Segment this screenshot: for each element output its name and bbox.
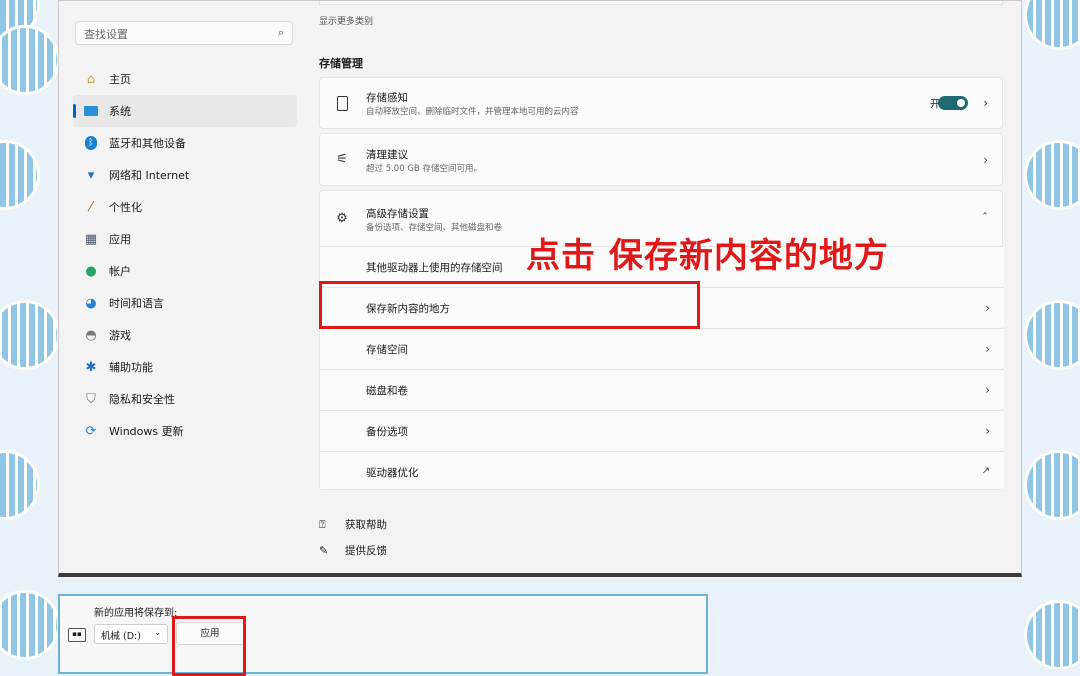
search-input[interactable]: 查找设置 ⌕ [75, 21, 293, 45]
sidebar-item-windows-update[interactable]: ⟳ Windows 更新 [73, 415, 297, 447]
chevron-right-icon: › [983, 96, 988, 110]
chevron-down-icon: ⌄ [154, 628, 161, 637]
sidebar-item-accessibility[interactable]: ✱ 辅助功能 [73, 351, 297, 383]
sidebar-item-label: 帐户 [109, 265, 131, 278]
cleanup-title: 清理建议 [366, 149, 408, 161]
apps-icon: ▦ [84, 231, 98, 247]
sidebar-item-network[interactable]: ▾ 网络和 Internet [73, 159, 297, 191]
section-title: 存储管理 [319, 57, 363, 70]
cleanup-card[interactable]: ⚟ 清理建议 超过 5.00 GB 存储空间可用。 › [319, 133, 1003, 186]
feedback-label: 提供反馈 [345, 545, 387, 557]
save-locations-panel: 新的应用将保存到: ▪▪ 机械 (D:) ⌄ 应用 [58, 594, 708, 674]
feedback-icon: ✎ [319, 544, 329, 557]
feedback-link[interactable]: ✎ 提供反馈 [319, 543, 387, 558]
storage-icon [334, 95, 350, 111]
help-icon: ⍰ [319, 517, 326, 531]
sub-item-label: 备份选项 [366, 426, 408, 438]
sidebar-item-system[interactable]: 系统 [73, 95, 297, 127]
sidebar-item-label: 游戏 [109, 329, 131, 342]
search-icon: ⌕ [277, 26, 284, 39]
sidebar-item-accounts[interactable]: ● 帐户 [73, 255, 297, 287]
get-help-label: 获取帮助 [345, 519, 387, 531]
sidebar-item-label: 应用 [109, 233, 131, 246]
sub-item-backup[interactable]: 备份选项 › [320, 410, 1004, 450]
chevron-right-icon: › [985, 341, 990, 356]
advanced-storage-title: 高级存储设置 [366, 208, 429, 220]
chevron-up-icon: ˆ [982, 211, 988, 225]
highlight-box-save-locations [319, 281, 700, 329]
sidebar-item-privacy[interactable]: ⛉ 隐私和安全性 [73, 383, 297, 415]
sidebar-item-personalization[interactable]: ⁄ 个性化 [73, 191, 297, 223]
sidebar-item-label: Windows 更新 [109, 425, 184, 438]
storage-sense-title: 存储感知 [366, 92, 408, 104]
sidebar-item-gaming[interactable]: ◓ 游戏 [73, 319, 297, 351]
gamepad-icon: ◓ [85, 327, 97, 343]
chevron-right-icon: › [985, 423, 990, 438]
sub-item-label: 其他驱动器上使用的存储空间 [366, 262, 503, 274]
sidebar-item-label: 辅助功能 [109, 361, 153, 374]
chevron-right-icon: › [983, 152, 988, 167]
sidebar-item-label: 隐私和安全性 [109, 393, 175, 406]
storage-sense-subtitle: 自动释放空间、删除临时文件，并管理本地可用的云内容 [366, 107, 579, 117]
drive-icon: ▪▪ [68, 628, 86, 642]
sub-item-drive-optimization[interactable]: 驱动器优化 ↗ [320, 451, 1004, 489]
gear-icon: ⚙ [336, 210, 348, 226]
home-icon: ⌂ [86, 71, 96, 87]
storage-sense-toggle[interactable] [938, 96, 968, 110]
sidebar-item-home[interactable]: ⌂ 主页 [73, 63, 297, 95]
chevron-right-icon: › [985, 300, 990, 315]
sub-item-label: 驱动器优化 [366, 467, 419, 479]
external-link-icon: ↗ [981, 465, 990, 476]
sidebar-item-label: 个性化 [109, 201, 142, 214]
get-help-link[interactable]: ⍰ 获取帮助 [319, 517, 387, 532]
accessibility-icon: ✱ [85, 359, 97, 375]
sync-icon: ⟳ [85, 423, 97, 439]
broom-icon: ⚟ [336, 152, 348, 167]
sidebar-nav: ⌂ 主页 系统 ᛒ 蓝牙和其他设备 ▾ 网络和 Internet ⁄ 个性化 ▦… [73, 63, 297, 447]
show-more-link[interactable]: 显示更多类别 [319, 14, 373, 27]
bluetooth-icon: ᛒ [83, 135, 99, 151]
sidebar-item-time-language[interactable]: ◕ 时间和语言 [73, 287, 297, 319]
new-apps-caption: 新的应用将保存到: [94, 608, 178, 619]
storage-sense-card[interactable]: 存储感知 自动释放空间、删除临时文件，并管理本地可用的云内容 开 › [319, 77, 1003, 129]
chevron-right-icon: › [985, 382, 990, 397]
previous-card-edge [319, 1, 1003, 5]
advanced-storage-subtitle: 备份选项、存储空间、其他磁盘和卷 [366, 223, 503, 233]
instruction-annotation: 点击 保存新内容的地方 [526, 236, 889, 276]
person-icon: ● [85, 263, 97, 279]
sub-item-label: 磁盘和卷 [366, 385, 408, 397]
drive-select-value: 机械 (D:) [101, 631, 141, 642]
sub-item-disks-volumes[interactable]: 磁盘和卷 › [320, 369, 1004, 409]
left-decoration [0, 0, 60, 669]
brush-icon: ⁄ [89, 199, 93, 215]
sidebar-item-bluetooth[interactable]: ᛒ 蓝牙和其他设备 [73, 127, 297, 159]
sidebar-item-label: 网络和 Internet [109, 169, 190, 182]
sidebar-item-label: 主页 [109, 73, 131, 86]
globe-clock-icon: ◕ [85, 295, 97, 311]
sub-item-storage-spaces[interactable]: 存储空间 › [320, 328, 1004, 368]
drive-select[interactable]: 机械 (D:) ⌄ [94, 624, 168, 644]
search-placeholder: 查找设置 [84, 28, 128, 41]
sidebar-item-apps[interactable]: ▦ 应用 [73, 223, 297, 255]
cleanup-subtitle: 超过 5.00 GB 存储空间可用。 [366, 164, 482, 174]
right-decoration [1022, 0, 1080, 669]
highlight-box-apply [172, 616, 246, 676]
wifi-icon: ▾ [87, 167, 95, 183]
sidebar-item-label: 时间和语言 [109, 297, 164, 310]
shield-icon: ⛉ [86, 391, 96, 407]
sub-item-label: 存储空间 [366, 344, 408, 356]
sidebar-item-label: 系统 [109, 105, 131, 118]
system-icon [83, 103, 99, 119]
sidebar-item-label: 蓝牙和其他设备 [109, 137, 186, 150]
